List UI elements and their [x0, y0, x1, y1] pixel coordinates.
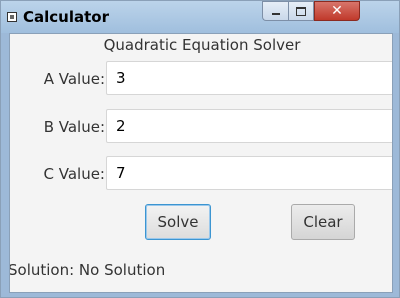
c-value-input[interactable]: 7 [106, 156, 392, 190]
clear-button-label: Clear [303, 213, 343, 231]
window-title: Calculator [23, 8, 109, 26]
minimize-icon [271, 13, 280, 15]
a-value-label: A Value: [43, 70, 105, 88]
page-title: Quadratic Equation Solver [103, 36, 301, 54]
maximize-button[interactable] [288, 1, 314, 21]
a-value-input[interactable]: 3 [106, 61, 392, 95]
solution-text: Solution: No Solution [9, 261, 166, 279]
b-value-input[interactable]: 2 [106, 109, 392, 143]
maximize-icon [296, 6, 306, 16]
solve-button[interactable]: Solve [145, 204, 211, 240]
c-value-label: C Value: [43, 165, 106, 183]
title-bar[interactable]: Calculator ✕ [1, 1, 399, 33]
minimize-button[interactable] [262, 1, 288, 21]
close-icon: ✕ [331, 3, 343, 19]
app-window-icon[interactable] [7, 12, 17, 22]
clear-button[interactable]: Clear [291, 204, 355, 240]
calculator-window: Calculator ✕ Quadratic Equation Solver A… [0, 0, 400, 298]
b-value-label: B Value: [43, 118, 105, 136]
close-button[interactable]: ✕ [314, 1, 360, 21]
app-content: Quadratic Equation Solver A Value: 3 B V… [9, 33, 393, 293]
solve-button-label: Solve [157, 213, 199, 231]
